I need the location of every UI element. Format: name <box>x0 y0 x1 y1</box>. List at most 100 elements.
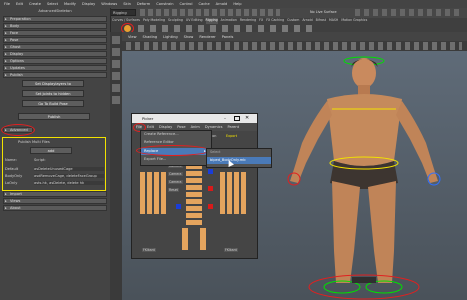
menu-windows[interactable]: Windows <box>101 2 117 6</box>
section-ghost[interactable]: Ghost <box>3 44 107 50</box>
rotate-tool-icon[interactable] <box>112 84 120 92</box>
menu-skin[interactable]: Skin <box>123 2 131 6</box>
shelf-tab[interactable]: Bifrost <box>316 18 326 24</box>
section-preparation[interactable]: Preparation <box>3 16 107 22</box>
picker-side-label[interactable]: Reset <box>168 188 179 192</box>
move-tool-icon[interactable] <box>112 72 120 80</box>
menu-select[interactable]: Select <box>47 2 58 6</box>
maximize-button[interactable] <box>234 116 240 121</box>
publish-row-name[interactable]: BodyOnly <box>5 174 22 178</box>
viewport-menu-view[interactable]: View <box>128 35 137 39</box>
menu-control[interactable]: Control <box>179 2 192 6</box>
mode-selector[interactable]: Rigging <box>110 9 136 16</box>
viewport-menu-panels[interactable]: Panels <box>222 35 234 39</box>
menu-arnold[interactable]: Arnold <box>216 2 228 6</box>
viewport-menu-shading[interactable]: Shading <box>143 35 158 39</box>
viewport-menu-renderer[interactable]: Renderer <box>199 35 215 39</box>
set-display-layers-button[interactable]: Set Displaylayers to <box>22 80 84 87</box>
shelf-tab[interactable]: Animation <box>221 18 237 24</box>
shelf-tab-active[interactable]: Rigging <box>205 18 218 24</box>
picker-menu-anim[interactable]: Anim <box>191 125 200 129</box>
lasso-tool-icon[interactable] <box>112 48 120 56</box>
shelf-tabs: Curves / Surfaces Poly Modeling Sculptin… <box>112 18 467 24</box>
picker-red-control[interactable] <box>208 204 213 209</box>
publish-row-name[interactable]: Default <box>5 167 18 171</box>
section-about[interactable]: About <box>3 205 107 211</box>
section-display[interactable]: Display <box>3 51 107 57</box>
shelf-tab[interactable]: Rendering <box>240 18 256 24</box>
section-views[interactable]: Views <box>3 198 107 204</box>
shelf-tab[interactable]: Motion Graphics <box>341 18 367 24</box>
viewport-menu-lighting[interactable]: Lighting <box>163 35 178 39</box>
picker-menu-pose[interactable]: Pose <box>177 125 185 129</box>
picker-leg-left[interactable] <box>182 228 188 250</box>
dropdown-item-reference-editor[interactable]: Reference Editor <box>144 140 174 144</box>
shelf-tab[interactable]: Arnold <box>302 18 312 24</box>
picker-leg-right[interactable] <box>200 228 206 250</box>
menu-create[interactable]: Create <box>29 2 41 6</box>
picker-menu-dynamics[interactable]: Dynamics <box>205 125 223 129</box>
shelf-tab[interactable]: FX Caching <box>266 18 284 24</box>
shelf-tab[interactable]: UV Editing <box>186 18 203 24</box>
section-face[interactable]: Face <box>3 30 107 36</box>
picker-blue-control[interactable] <box>208 169 213 174</box>
neck <box>358 85 370 95</box>
picker-left-hand-grid[interactable] <box>140 172 168 214</box>
menu-display[interactable]: Display <box>82 2 95 6</box>
publish-button[interactable]: Publish <box>18 113 90 120</box>
live-surface-field[interactable]: No Live Surface <box>310 9 350 16</box>
picker-bottom-label[interactable]: FKIkant <box>142 248 156 252</box>
menu-modify[interactable]: Modify <box>64 2 76 6</box>
menu-deform[interactable]: Deform <box>137 2 150 6</box>
section-body[interactable]: Body <box>3 23 107 29</box>
dropdown-item-export[interactable]: Export File... <box>144 157 166 161</box>
picker-blue-control[interactable] <box>176 204 181 209</box>
picker-menu-display[interactable]: Display <box>159 125 172 129</box>
picker-side-label[interactable]: Camera <box>168 180 183 184</box>
viewport-toolbar-icons[interactable] <box>126 42 462 50</box>
picker-bottom-label[interactable]: FKIkant <box>224 248 238 252</box>
viewport-menu-show[interactable]: Show <box>184 35 194 39</box>
menu-help[interactable]: Help <box>233 2 241 6</box>
menu-file[interactable]: File <box>4 2 10 6</box>
shelf-tab[interactable]: Sculpting <box>168 18 183 24</box>
dropdown-item-create-reference[interactable]: Create Reference... <box>144 132 179 136</box>
picker-active-item[interactable]: Export <box>226 134 237 138</box>
publish-row-script[interactable]: asts.hk, asDelete, delete hk <box>34 181 104 185</box>
menu-edit[interactable]: Edit <box>16 2 23 6</box>
shelf-tab[interactable]: MASH <box>329 18 338 24</box>
shelf-icons[interactable] <box>138 25 318 32</box>
minimize-button[interactable]: – <box>224 116 230 121</box>
head <box>352 58 376 88</box>
publish-row-name[interactable]: LoOnly <box>5 181 17 185</box>
publish-row-script[interactable]: asdRemoveCage, deleteFaceGroup <box>34 174 104 178</box>
picker-side-label[interactable]: Camera <box>168 172 183 176</box>
picker-red-control[interactable] <box>208 186 213 191</box>
submenu-item-bodyonly[interactable]: biped_BodyOnly.mb <box>207 157 271 164</box>
menu-constrain[interactable]: Constrain <box>156 2 173 6</box>
picker-menu-parent[interactable]: Parent <box>228 125 240 129</box>
menu-cache[interactable]: Cache <box>198 2 209 6</box>
status-icons[interactable] <box>140 9 280 16</box>
shelf-tab[interactable]: Custom <box>287 18 299 24</box>
go-to-build-pose-button[interactable]: Go To Build Pose <box>22 100 84 107</box>
section-import[interactable]: Import <box>3 191 107 197</box>
picker-menu-edit[interactable]: Edit <box>147 125 154 129</box>
picker-right-hand-grid[interactable] <box>220 172 248 214</box>
add-button[interactable]: add <box>30 147 72 154</box>
set-joints-hidden-button[interactable]: Set Joints to hidden <box>22 90 84 97</box>
replace-submenu: Select biped_BodyOnly.mb <box>206 148 272 168</box>
section-options[interactable]: Options <box>3 58 107 64</box>
section-updates[interactable]: Updates <box>3 65 107 71</box>
section-publish[interactable]: Publish <box>3 72 107 78</box>
right-status-icons[interactable] <box>355 9 463 16</box>
section-pose[interactable]: Pose <box>3 37 107 43</box>
shelf-tab[interactable]: Poly Modeling <box>143 18 165 24</box>
close-icon[interactable]: ✕ <box>245 115 249 121</box>
scale-tool-icon[interactable] <box>112 96 120 104</box>
paint-tool-icon[interactable] <box>112 60 120 68</box>
select-tool-icon[interactable] <box>112 36 120 44</box>
shelf-tab[interactable]: FX <box>259 18 263 24</box>
picker-torso-strip[interactable] <box>186 164 202 226</box>
publish-row-script[interactable]: asDeleteUnusedCage <box>34 167 104 171</box>
